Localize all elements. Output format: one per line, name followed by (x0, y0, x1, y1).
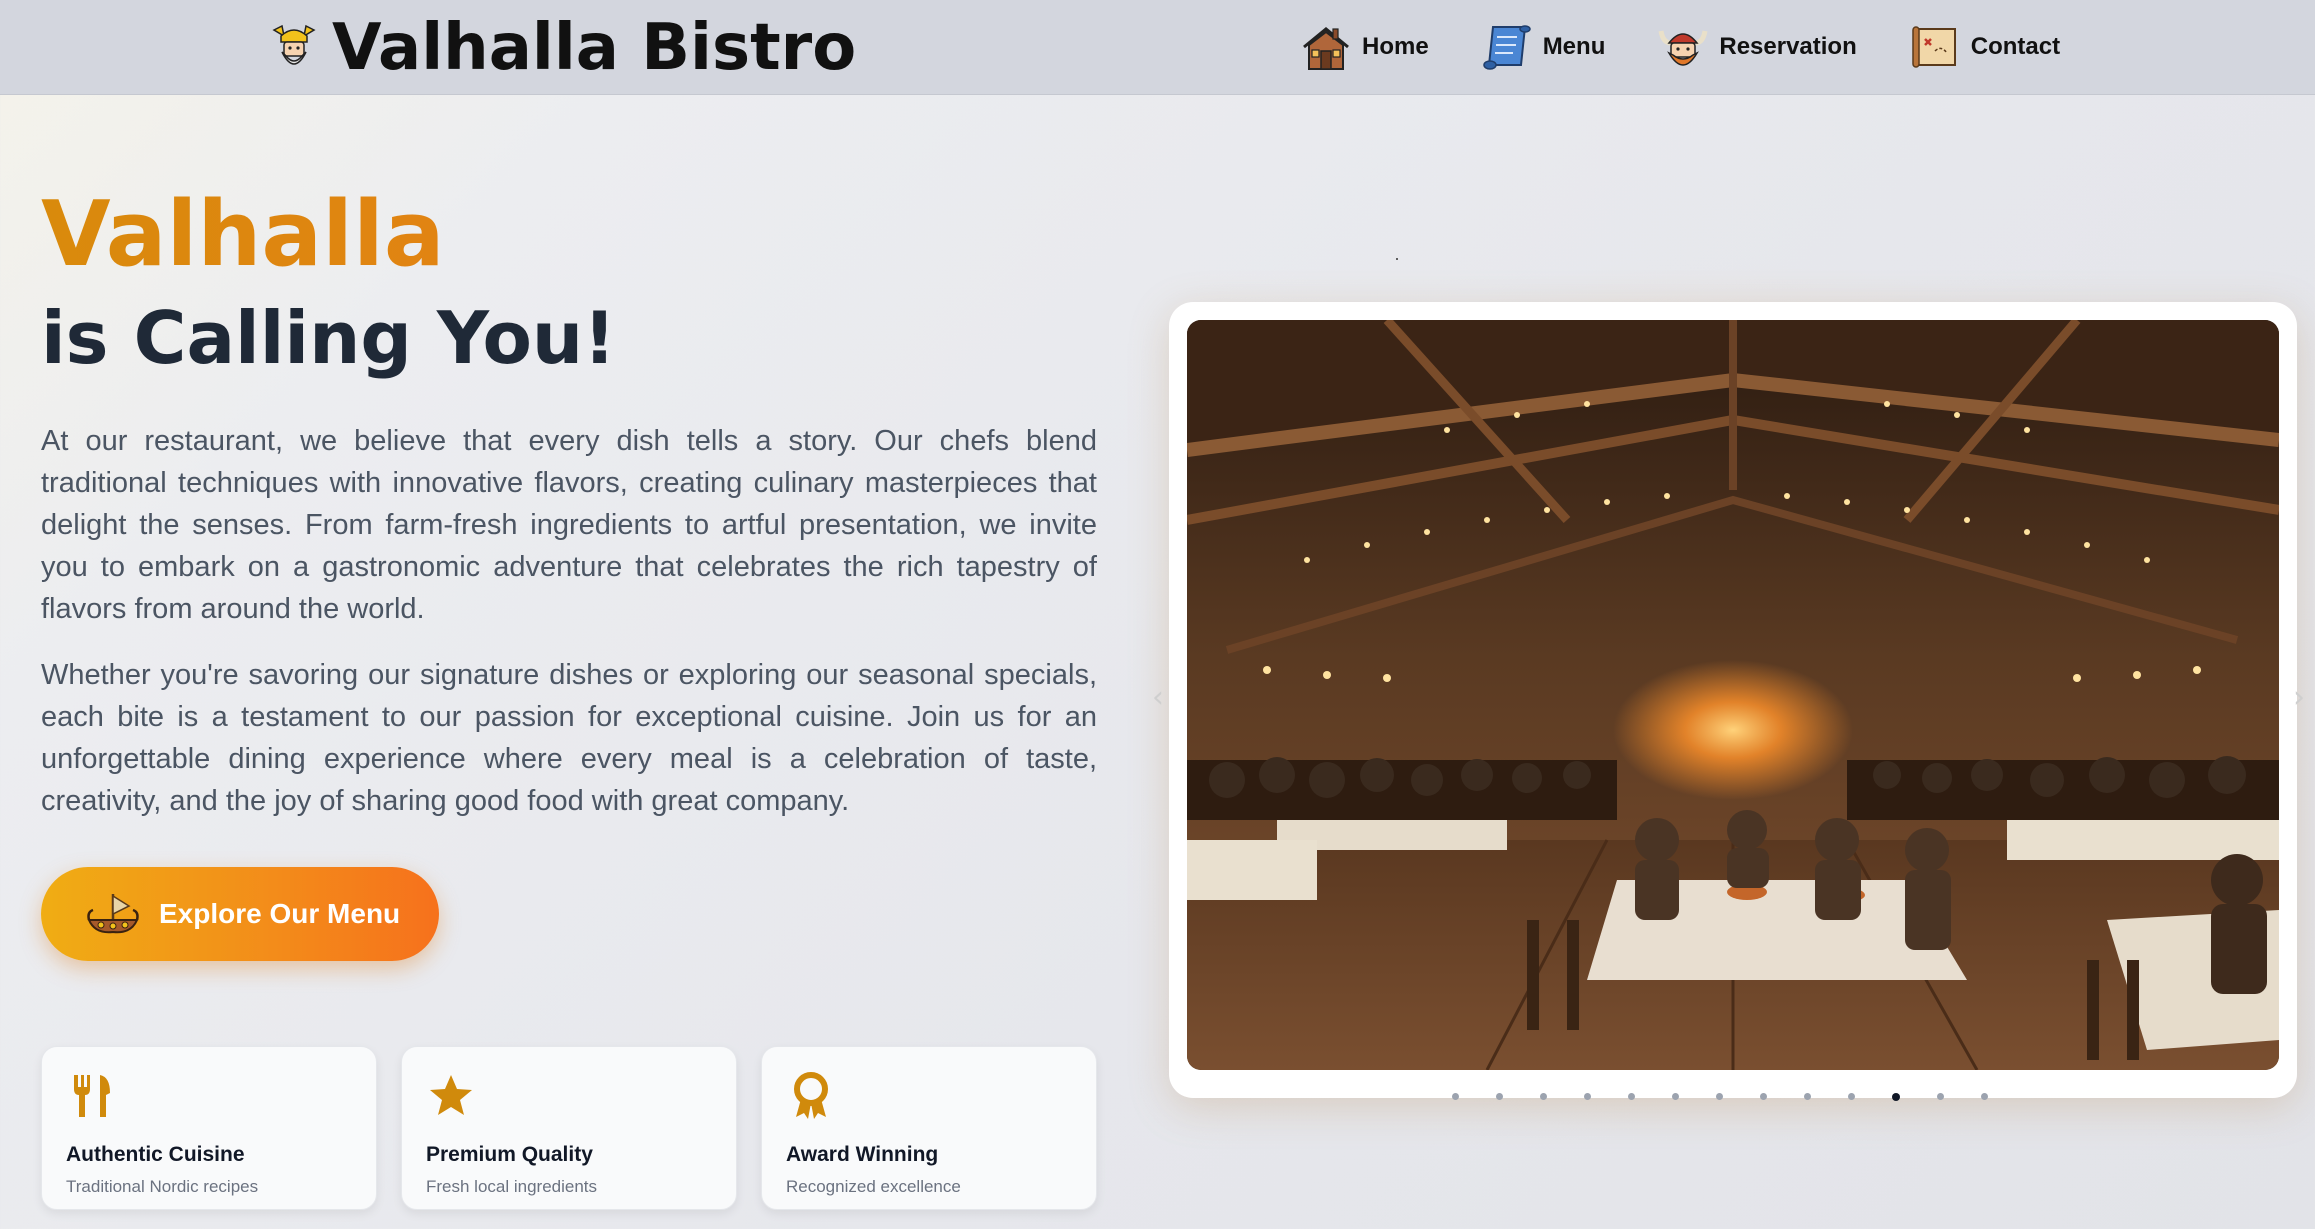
slider-dot[interactable] (1848, 1093, 1855, 1100)
nav-item-contact[interactable]: Contact (1909, 21, 2060, 73)
utensils-icon (74, 1075, 110, 1117)
viking-ship-icon (87, 894, 139, 934)
brand[interactable]: Valhalla Bistro (268, 10, 856, 86)
explore-menu-label: Explore Our Menu (159, 898, 401, 929)
feature-subtitle: Fresh local ingredients (426, 1177, 598, 1196)
brand-title: Valhalla Bistro (332, 11, 857, 85)
nav-label-home: Home (1362, 33, 1429, 60)
feature-title: Authentic Cuisine (66, 1143, 245, 1166)
hero-title-rest: is Calling You! (41, 296, 617, 380)
feature-subtitle: Recognized excellence (786, 1177, 961, 1196)
nav-item-home[interactable]: Home (1300, 21, 1429, 73)
hero-paragraph-2: Whether you're savoring our signature di… (41, 659, 1097, 817)
slider-dot[interactable] (1716, 1093, 1723, 1100)
nav-label-menu: Menu (1542, 33, 1606, 60)
nav-item-reservation[interactable]: Reservation (1657, 21, 1857, 73)
viking-god-icon (272, 24, 316, 65)
hero-paragraph-1: At our restaurant, we believe that every… (41, 425, 1097, 625)
cabin-icon (1303, 27, 1349, 70)
nav-label-reservation: Reservation (1719, 33, 1857, 60)
slide-image-mead-hall[interactable] (1187, 320, 2279, 1070)
feature-title: Premium Quality (426, 1143, 593, 1166)
slider-dot[interactable] (1672, 1093, 1679, 1100)
slider-dot[interactable] (1628, 1093, 1635, 1100)
slider-dot[interactable] (1981, 1093, 1988, 1100)
hero-title-accent: Valhalla (41, 180, 1097, 290)
slider-dot[interactable] (1937, 1093, 1944, 1100)
award-ribbon-icon (794, 1072, 828, 1119)
viking-helmet-icon (1658, 30, 1708, 66)
slider-dot[interactable] (1496, 1093, 1503, 1100)
nav-item-menu[interactable]: Menu (1481, 21, 1606, 73)
feature-card-authentic: Authentic Cuisine Traditional Nordic rec… (41, 1046, 377, 1210)
slider-next-arrow[interactable]: › (2293, 680, 2315, 716)
explore-menu-button[interactable]: Explore Our Menu (41, 867, 439, 961)
slider-dot[interactable] (1452, 1093, 1459, 1100)
feature-subtitle: Traditional Nordic recipes (66, 1177, 259, 1196)
top-navbar: Valhalla Bistro Home Menu Reservation Co… (0, 0, 2315, 95)
nav-links: Home Menu Reservation Contact (1300, 16, 2112, 78)
feature-card-award: Award Winning Recognized excellence (761, 1046, 1097, 1210)
mead-hall-illustration (1187, 320, 2279, 1070)
star-icon (430, 1075, 472, 1115)
slider-dot[interactable] (1804, 1093, 1811, 1100)
feature-card-quality: Premium Quality Fresh local ingredients (401, 1046, 737, 1210)
nav-label-contact: Contact (1970, 33, 2061, 60)
slider-dot[interactable] (1584, 1093, 1591, 1100)
slider-prev-arrow[interactable]: ‹ (1152, 680, 1178, 716)
map-icon (1912, 26, 1956, 68)
slider-dot[interactable] (1540, 1093, 1547, 1100)
scroll-icon (1482, 25, 1531, 70)
feature-title: Award Winning (786, 1143, 939, 1166)
slider-dots (1452, 1093, 1988, 1101)
hero-heading: Valhalla is Calling You! (41, 180, 1097, 386)
slider-dot[interactable] (1892, 1093, 1900, 1101)
slider-dot[interactable] (1760, 1093, 1767, 1100)
